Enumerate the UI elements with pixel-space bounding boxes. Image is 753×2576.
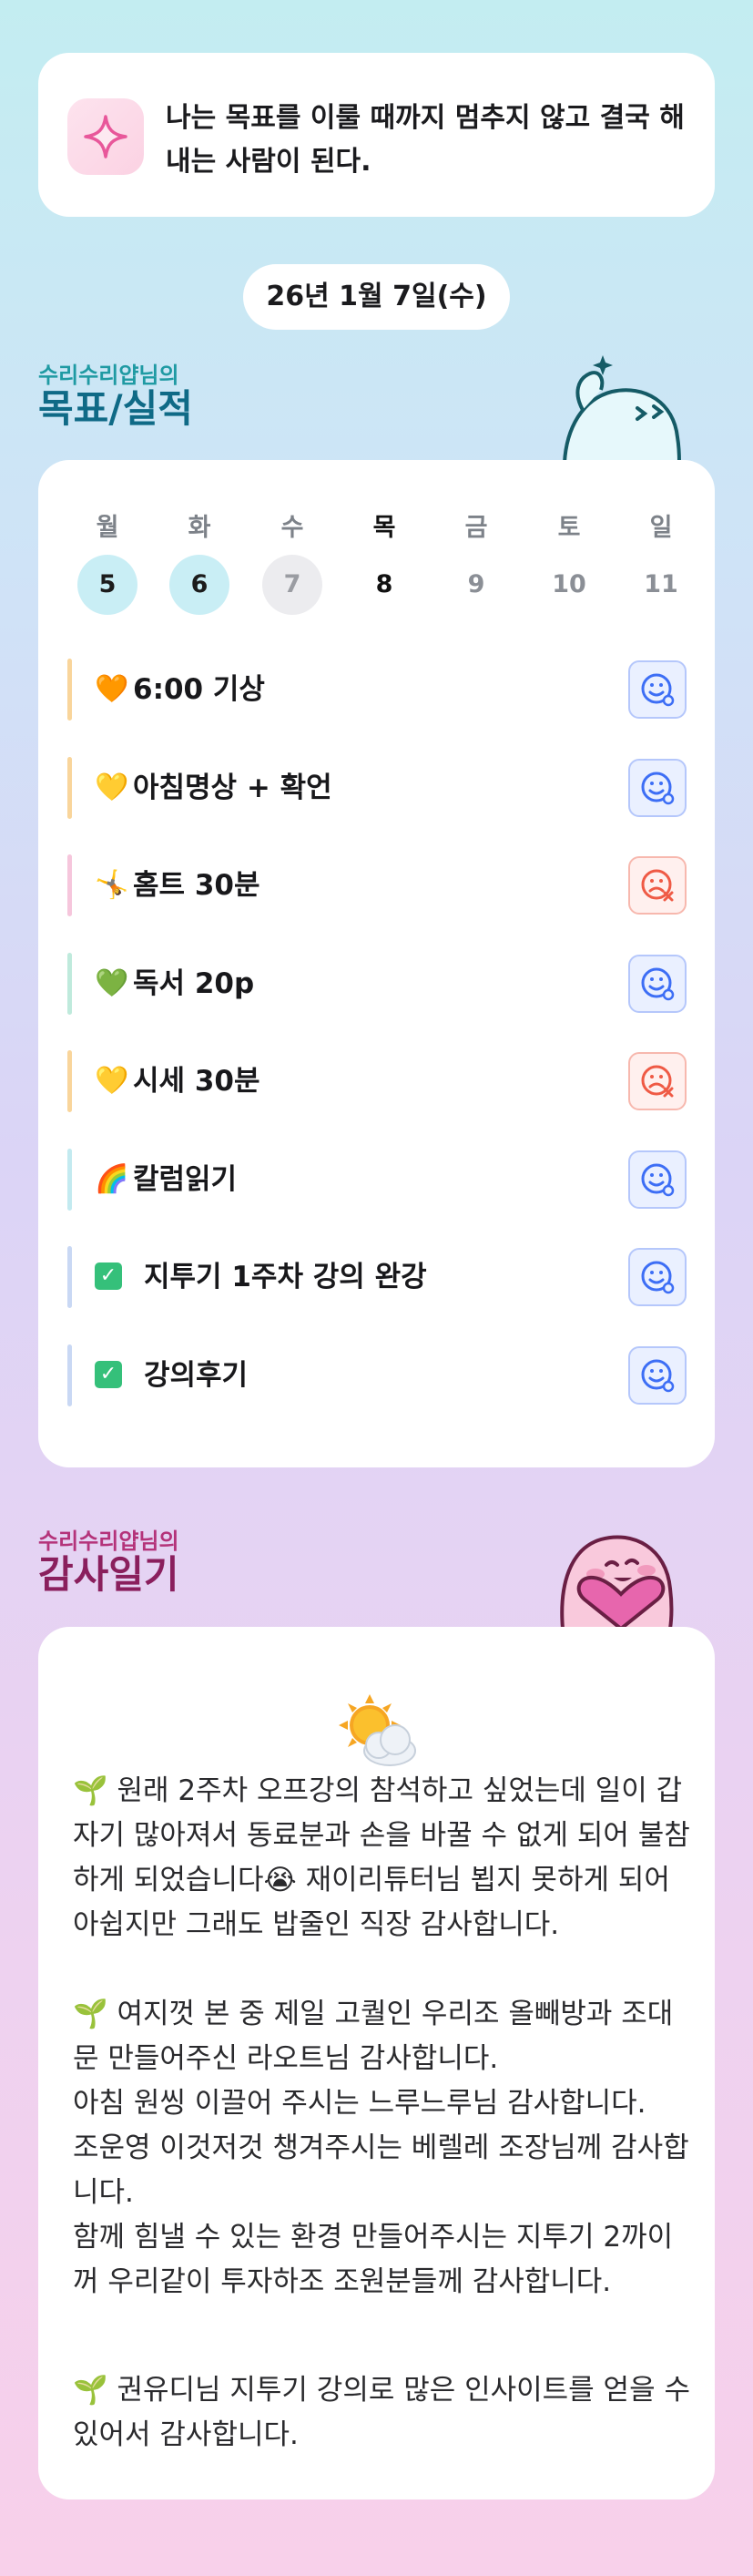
success-face-icon[interactable] xyxy=(628,660,687,719)
motto-card: 나는 목표를 이룰 때까지 멈추지 않고 결국 해내는 사람이 된다. xyxy=(38,53,715,217)
fail-face-icon[interactable] xyxy=(628,856,687,915)
day-6[interactable]: 6 xyxy=(169,555,229,615)
day-10[interactable]: 10 xyxy=(539,555,599,615)
weekday-wed: 수 xyxy=(280,514,304,542)
success-face-icon[interactable] xyxy=(628,1248,687,1306)
goal-label: 6:00 기상 xyxy=(133,673,265,706)
diary-entry-2: 🌱 여지껏 본 중 제일 고퀄인 우리조 올빼방과 조대문 만들어주신 라오트님… xyxy=(73,1998,689,2298)
fail-face-icon[interactable] xyxy=(628,1052,687,1110)
goal-accent-bar xyxy=(67,1148,72,1211)
motto-text: 나는 목표를 이룰 때까지 멈추지 않고 결국 해내는 사람이 된다. xyxy=(166,102,685,178)
goal-label: 아침명상 + 확언 xyxy=(133,771,332,804)
sun-behind-cloud-icon xyxy=(339,1694,416,1766)
goal-label: 칼럼읽기 xyxy=(133,1162,238,1196)
goal-emoji-icon: 🌈 xyxy=(95,1162,129,1195)
weekday-tue: 화 xyxy=(188,514,211,542)
success-face-icon[interactable] xyxy=(628,758,687,817)
goal-emoji-icon: 💚 xyxy=(95,966,129,999)
mascot-heart-illustration xyxy=(560,1535,674,1629)
goal-item[interactable]: ✓ 강의후기 xyxy=(67,1344,687,1406)
day-9[interactable]: 9 xyxy=(446,555,506,615)
goal-accent-bar xyxy=(67,1050,72,1112)
sparkle-icon xyxy=(84,115,127,158)
goal-item[interactable]: 🌈 칼럼읽기 xyxy=(67,1148,687,1211)
weekday-sun: 일 xyxy=(649,514,673,542)
goal-emoji-icon: 🤸 xyxy=(95,869,129,901)
goal-accent-bar xyxy=(67,1344,72,1406)
day-11[interactable]: 11 xyxy=(631,555,691,615)
diary-entry-1: 🌱 원래 2주차 오프강의 참석하고 싶었는데 일이 갑자기 많아져서 동료분과… xyxy=(73,1774,690,1941)
goal-label: 시세 30분 xyxy=(133,1065,260,1098)
goal-label: 강의후기 xyxy=(144,1358,249,1392)
weekday-sat: 토 xyxy=(557,514,581,542)
goal-label: 지투기 1주차 강의 완강 xyxy=(144,1261,427,1293)
success-face-icon[interactable] xyxy=(628,954,687,1013)
goal-item[interactable]: 💛 아침명상 + 확언 xyxy=(67,756,687,819)
day-7[interactable]: 7 xyxy=(262,555,322,615)
gratitude-diary-card: 🌱 원래 2주차 오프강의 참석하고 싶었는데 일이 갑자기 많아져서 동료분과… xyxy=(38,1627,715,2499)
goal-item[interactable]: ✓ 지투기 1주차 강의 완강 xyxy=(67,1246,687,1308)
success-face-icon[interactable] xyxy=(628,1150,687,1209)
goals-section-title: 목표/실적 xyxy=(38,386,193,431)
goal-emoji-icon: 🧡 xyxy=(95,673,129,705)
goal-emoji-icon: 💛 xyxy=(95,1065,129,1097)
goal-item[interactable]: 💚 독서 20p xyxy=(67,952,687,1015)
diary-entry-3: 🌱 권유디님 지투기 강의로 많은 인사이트를 얻을 수 있어서 감사합니다. xyxy=(73,2374,690,2451)
goal-label: 홈트 30분 xyxy=(133,869,260,902)
sparkle-badge xyxy=(67,98,144,175)
goal-accent-bar xyxy=(67,659,72,721)
goal-item[interactable]: 🤸 홈트 30분 xyxy=(67,854,687,916)
check-mark-icon: ✓ xyxy=(95,1360,122,1388)
success-face-icon[interactable] xyxy=(628,1345,687,1405)
goal-label: 독서 20p xyxy=(133,966,255,1000)
check-mark-icon: ✓ xyxy=(95,1262,122,1290)
goals-card: 월 화 수 목 금 토 일 5 6 7 8 9 10 11 🧡 6:00 기상 💛 아… xyxy=(38,460,715,1467)
goal-accent-bar xyxy=(67,854,72,916)
weekday-mon: 월 xyxy=(96,514,119,542)
weekday-fri: 금 xyxy=(464,514,488,542)
day-5[interactable]: 5 xyxy=(77,555,137,615)
goal-item[interactable]: 💛 시세 30분 xyxy=(67,1050,687,1112)
date-selector[interactable]: 26년 1월 7일(수) xyxy=(243,264,510,330)
goal-accent-bar xyxy=(67,756,72,819)
day-8[interactable]: 8 xyxy=(354,555,414,615)
mascot-waving-illustration xyxy=(562,355,681,463)
goal-accent-bar xyxy=(67,1246,72,1308)
weekday-thu: 목 xyxy=(372,514,396,542)
diary-section-title: 감사일기 xyxy=(38,1552,179,1597)
goal-accent-bar xyxy=(67,952,72,1015)
goal-item[interactable]: 🧡 6:00 기상 xyxy=(67,659,687,721)
goal-emoji-icon: 💛 xyxy=(95,771,129,803)
